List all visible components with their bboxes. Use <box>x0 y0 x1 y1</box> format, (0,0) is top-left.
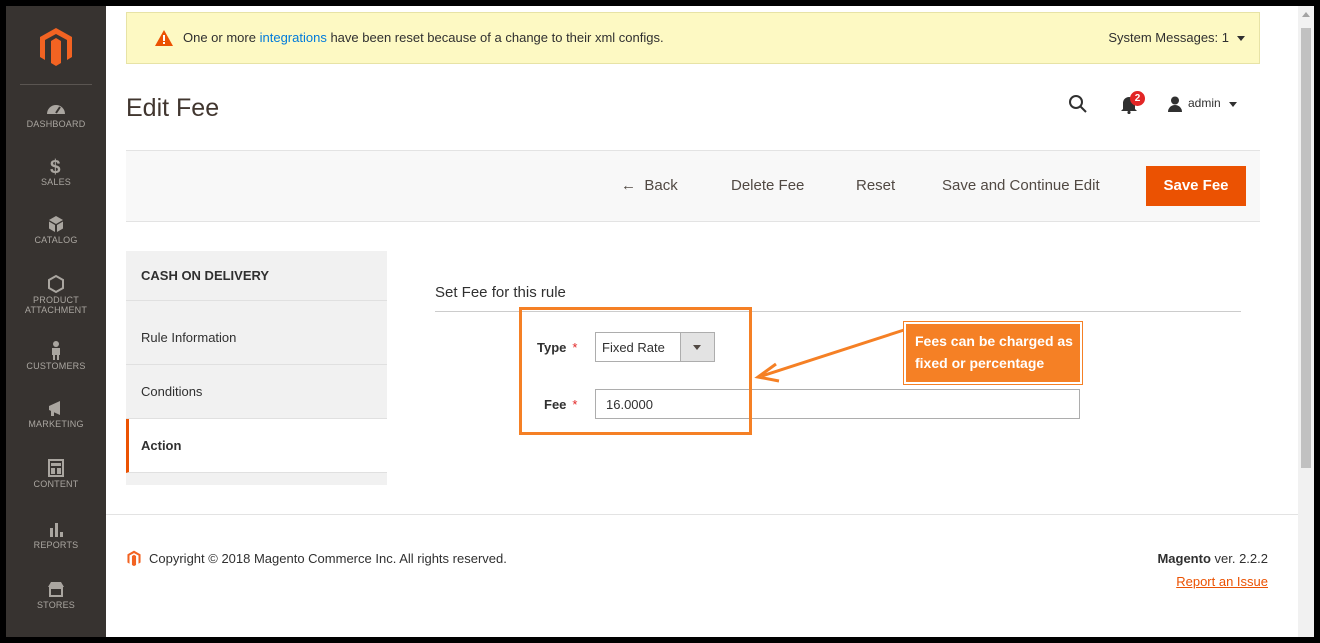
message-text-after: have been reset because of a change to t… <box>330 30 664 45</box>
sidebar-label: CATALOG <box>34 235 78 245</box>
version-number: ver. 2.2.2 <box>1214 551 1268 566</box>
sidebar-item-catalog[interactable]: CATALOG <box>6 214 106 245</box>
message-text-before: One or more <box>183 30 256 45</box>
system-message-text: One or more integrations have been reset… <box>183 30 664 45</box>
page-title: Edit Fee <box>126 94 220 122</box>
annotation-highlight-box <box>519 307 752 435</box>
tab-rule-information[interactable]: Rule Information <box>126 311 387 365</box>
person-icon <box>52 341 60 360</box>
tab-conditions[interactable]: Conditions <box>126 365 387 419</box>
warning-icon <box>155 30 173 46</box>
footer-divider <box>106 514 1298 515</box>
page-scrollbar[interactable] <box>1298 6 1314 637</box>
chevron-down-icon <box>1228 101 1237 107</box>
sidebar-item-reports[interactable]: REPORTS <box>6 519 106 550</box>
annotation-arrow-icon <box>754 328 905 383</box>
nav-section-title: CASH ON DELIVERY <box>126 251 387 301</box>
admin-window: DASHBOARD $ SALES CATALOG PRODUCT ATTACH… <box>6 6 1314 637</box>
megaphone-icon <box>49 401 60 416</box>
sidebar-item-stores[interactable]: STORES <box>6 579 106 610</box>
sidebar-item-customers[interactable]: CUSTOMERS <box>6 340 106 371</box>
annotation-line-1: Fees can be charged as <box>915 333 1073 349</box>
scrollbar-thumb[interactable] <box>1301 28 1311 468</box>
delete-fee-button[interactable]: Delete Fee <box>731 177 804 194</box>
hexagon-icon <box>48 274 64 294</box>
notifications-button[interactable]: 2 <box>1120 91 1145 119</box>
magento-logo-icon[interactable] <box>34 24 78 68</box>
reset-button[interactable]: Reset <box>856 177 895 194</box>
search-icon[interactable] <box>1068 94 1088 114</box>
sidebar-label: PRODUCT <box>33 295 79 305</box>
version-info: Magento ver. 2.2.2 <box>1157 551 1268 566</box>
back-label: Back <box>644 177 678 194</box>
system-message-bar: One or more integrations have been reset… <box>126 12 1260 64</box>
admin-username: admin <box>1188 96 1221 111</box>
save-fee-button[interactable]: Save Fee <box>1146 166 1246 206</box>
cube-icon <box>49 216 63 232</box>
sidebar-label: MARKETING <box>28 419 84 429</box>
scroll-up-arrow-icon[interactable] <box>1302 12 1310 17</box>
back-button[interactable]: ← Back <box>621 177 678 194</box>
notification-count-badge: 2 <box>1130 91 1145 106</box>
report-issue-link[interactable]: Report an Issue <box>1176 574 1268 589</box>
annotation-line-2: fixed or percentage <box>915 355 1045 371</box>
system-messages-dropdown[interactable]: System Messages: 1 <box>1108 30 1245 45</box>
integrations-link[interactable]: integrations <box>260 30 327 45</box>
sidebar-label: CONTENT <box>33 479 79 489</box>
user-icon <box>1168 96 1182 112</box>
bar-chart-icon <box>50 523 63 537</box>
sidebar-item-product-attachment[interactable]: PRODUCT ATTACHMENT <box>6 274 106 315</box>
save-and-continue-button[interactable]: Save and Continue Edit <box>942 177 1100 194</box>
edit-tabs-nav: CASH ON DELIVERY Rule Information Condit… <box>126 251 387 485</box>
dollar-icon: $ <box>50 157 61 176</box>
admin-sidebar: DASHBOARD $ SALES CATALOG PRODUCT ATTACH… <box>6 6 106 637</box>
sidebar-item-sales[interactable]: $ SALES <box>6 156 106 187</box>
layout-icon <box>48 459 64 477</box>
sidebar-divider <box>20 84 92 85</box>
sidebar-label: STORES <box>36 600 76 610</box>
dashboard-icon <box>47 105 65 114</box>
magento-logo-icon <box>127 550 141 567</box>
sidebar-label: CUSTOMERS <box>26 361 86 371</box>
sidebar-item-content[interactable]: CONTENT <box>6 458 106 489</box>
brand-name: Magento <box>1157 551 1211 566</box>
fieldset-title: Set Fee for this rule <box>435 284 566 301</box>
page-actions-bar: ← Back Delete Fee Reset Save and Continu… <box>126 150 1260 222</box>
sidebar-item-dashboard[interactable]: DASHBOARD <box>6 98 106 129</box>
sidebar-label: REPORTS <box>33 540 79 550</box>
admin-user-menu[interactable]: admin <box>1168 96 1237 112</box>
tab-action[interactable]: Action <box>126 419 387 473</box>
sidebar-label: ATTACHMENT <box>24 305 88 315</box>
chevron-down-icon <box>1237 36 1245 42</box>
arrow-left-icon: ← <box>621 177 636 194</box>
svg-text:$: $ <box>50 157 61 176</box>
sidebar-item-marketing[interactable]: MARKETING <box>6 398 106 429</box>
system-messages-counter: System Messages: 1 <box>1108 30 1229 45</box>
sidebar-label: DASHBOARD <box>26 119 86 129</box>
store-icon <box>48 582 64 597</box>
copyright-text: Copyright © 2018 Magento Commerce Inc. A… <box>149 551 507 566</box>
annotation-callout: Fees can be charged as fixed or percenta… <box>903 321 1083 385</box>
sidebar-label: SALES <box>40 177 72 187</box>
